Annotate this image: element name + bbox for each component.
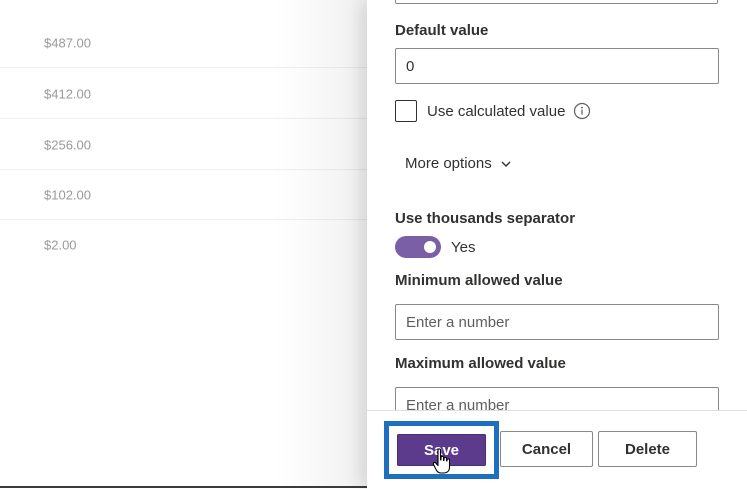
- thousands-separator-toggle-row: Yes: [395, 236, 475, 258]
- items-list: $487.00 $412.00 $256.00 $102.00 $2.00: [0, 0, 367, 488]
- edit-column-panel: Default value Use calculated value More …: [367, 0, 747, 489]
- use-calculated-value-row: Use calculated value: [395, 99, 591, 123]
- thousands-separator-toggle[interactable]: [395, 236, 441, 258]
- use-calculated-value-label: Use calculated value: [427, 102, 566, 120]
- amount-cell: $256.00: [44, 137, 91, 152]
- more-options-label: More options: [405, 155, 492, 172]
- use-calculated-value-checkbox[interactable]: [395, 100, 417, 122]
- panel-footer: Save Cancel Delete: [367, 410, 747, 489]
- info-icon[interactable]: [573, 102, 591, 120]
- minimum-allowed-value-input[interactable]: [395, 304, 719, 340]
- more-options-button[interactable]: More options: [405, 155, 512, 172]
- maximum-allowed-value-label: Maximum allowed value: [395, 355, 566, 372]
- toggle-state-label: Yes: [451, 238, 476, 256]
- use-thousands-separator-label: Use thousands separator: [395, 210, 576, 227]
- previous-field-input[interactable]: [395, 0, 718, 4]
- delete-button[interactable]: Delete: [598, 431, 697, 467]
- hand-cursor-icon: [432, 448, 451, 474]
- amount-cell: $487.00: [44, 35, 91, 50]
- chevron-down-icon: [500, 158, 512, 170]
- cancel-button[interactable]: Cancel: [500, 431, 593, 467]
- default-value-input[interactable]: [395, 48, 719, 84]
- amount-cell: $102.00: [44, 187, 91, 202]
- toggle-knob: [424, 241, 436, 253]
- default-value-label: Default value: [395, 22, 489, 39]
- minimum-allowed-value-label: Minimum allowed value: [395, 272, 563, 289]
- panel-shadow: [275, 0, 367, 488]
- amount-cell: $412.00: [44, 86, 91, 101]
- amount-cell: $2.00: [44, 237, 77, 253]
